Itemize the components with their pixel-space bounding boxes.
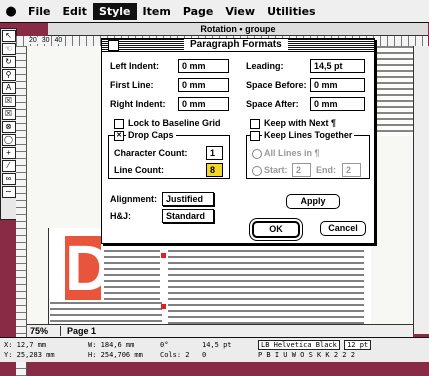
space-before-label: Space Before: [246, 80, 307, 90]
rotate-tool-icon[interactable]: ↻ [1, 56, 16, 68]
leading-field[interactable]: 14,5 pt [310, 59, 365, 73]
link-marker-icon [161, 304, 166, 309]
keep-lines-checkbox[interactable] [250, 131, 260, 141]
paragraph-formats-dialog: Paragraph Formats Left Indent: 0 mm Firs… [101, 38, 375, 244]
left-indent-label: Left Indent: [110, 61, 159, 71]
document-title: Rotation • groupe [48, 23, 428, 36]
menu-page[interactable]: Page [177, 3, 220, 20]
right-indent-field[interactable]: 0 mm [178, 97, 229, 111]
alignment-label: Alignment: [110, 194, 157, 204]
keep-with-next-label: Keep with Next ¶ [264, 118, 337, 128]
menu-view[interactable]: View [219, 3, 261, 20]
measurements-palette: X: 12,7 mm Y: 25,283 mm W: 184,6 mm H: 2… [0, 337, 429, 362]
drop-caps-checkbox[interactable] [114, 131, 124, 141]
apple-menu-icon[interactable]: ● [0, 4, 22, 19]
lock-baseline-label: Lock to Baseline Grid [128, 118, 221, 128]
menu-bar: ● File Edit Style Item Page View Utiliti… [0, 0, 429, 23]
keep-with-next-checkbox[interactable] [250, 119, 260, 129]
left-indent-field[interactable]: 0 mm [178, 59, 229, 73]
space-after-field[interactable]: 0 mm [310, 97, 365, 111]
leading-label: Leading: [246, 61, 284, 71]
ruler-mark: 20 [28, 37, 38, 44]
all-lines-label: All Lines in ¶ [264, 148, 320, 158]
apply-button[interactable]: Apply [286, 194, 340, 209]
leading-measure-field[interactable]: 14,5 pt [202, 340, 232, 350]
dialog-title: Paragraph Formats [184, 39, 288, 51]
vertical-scrollbar[interactable] [413, 46, 429, 334]
first-line-field[interactable]: 0 mm [178, 78, 229, 92]
text-column-1-lower [50, 302, 162, 324]
y-position-field[interactable]: Y: 25,283 mm [4, 350, 55, 360]
end-label: End: [316, 165, 336, 175]
tracking-field[interactable]: 0 [202, 350, 232, 360]
page-status-bar: 75% Page 1 [27, 324, 413, 337]
text-column-1 [104, 238, 160, 304]
x-position-field[interactable]: X: 12,7 mm [4, 340, 55, 350]
hj-label: H&J: [110, 211, 132, 221]
font-field[interactable]: LB Helvetica Black [258, 340, 340, 350]
character-count-label: Character Count: [114, 148, 188, 158]
font-size-field[interactable]: 12 pt [344, 340, 372, 350]
first-line-label: First Line: [110, 80, 154, 90]
polygon-picture-tool-icon[interactable]: ◯ [1, 134, 16, 146]
start-radio[interactable] [252, 166, 262, 176]
dialog-titlebar[interactable]: Paragraph Formats [102, 39, 374, 52]
start-label: Start: [264, 165, 288, 175]
ruler-mark: 40 [53, 37, 64, 44]
space-before-field[interactable]: 0 mm [310, 78, 365, 92]
width-field[interactable]: W: 184,6 mm [88, 340, 143, 350]
hj-popup[interactable]: Standard [162, 209, 214, 223]
space-after-label: Space After: [246, 99, 299, 109]
text-column-2 [168, 238, 364, 324]
zoom-tool-icon[interactable]: ⚲ [1, 69, 16, 81]
link-tool-icon[interactable]: ∞ [1, 173, 16, 185]
line-count-label: Line Count: [114, 165, 164, 175]
columns-field[interactable]: Cols: 2 [160, 350, 190, 360]
vertical-ruler[interactable] [16, 46, 27, 376]
ruler-mark: 30 [40, 37, 51, 44]
menu-file[interactable]: File [22, 3, 57, 20]
page-indicator[interactable]: Page 1 [61, 326, 96, 336]
rect-picture-tool-icon[interactable]: ☒ [1, 95, 16, 107]
menu-item[interactable]: Item [137, 3, 177, 20]
angle-field[interactable]: 0° [160, 340, 190, 350]
ortho-line-tool-icon[interactable]: ⁄ [1, 160, 16, 172]
text-box-tool-icon[interactable]: A [1, 82, 16, 94]
drop-cap-letter: D [65, 232, 112, 304]
drop-caps-label: Drop Caps [126, 130, 176, 140]
right-indent-label: Right Indent: [110, 99, 166, 109]
alignment-popup[interactable]: Justified [162, 192, 214, 206]
pointer-tool-icon[interactable]: ↖ [1, 30, 16, 42]
height-field[interactable]: H: 254,706 mm [88, 350, 143, 360]
cancel-button[interactable]: Cancel [320, 221, 366, 236]
tool-palette: ↖ ☜ ↻ ⚲ A ☒ ☒ ⊗ ◯ + ⁄ ∞ ∼ [0, 28, 17, 220]
menu-edit[interactable]: Edit [57, 3, 93, 20]
type-style-buttons[interactable]: P B I U W O S K K 2 2 2 [258, 350, 371, 360]
line-count-field[interactable]: 8 [206, 163, 223, 177]
menu-utilities[interactable]: Utilities [261, 3, 322, 20]
character-count-field[interactable]: 1 [206, 146, 223, 160]
ok-button[interactable]: OK [252, 221, 300, 238]
line-tool-icon[interactable]: + [1, 147, 16, 159]
all-lines-radio[interactable] [252, 149, 262, 159]
end-field[interactable]: 2 [342, 163, 361, 177]
content-tool-icon[interactable]: ☜ [1, 43, 16, 55]
close-box-icon[interactable] [108, 40, 119, 51]
zoom-level[interactable]: 75% [27, 326, 61, 336]
menu-style[interactable]: Style [92, 2, 137, 20]
start-field[interactable]: 2 [292, 163, 311, 177]
rounded-picture-tool-icon[interactable]: ☒ [1, 108, 16, 120]
oval-picture-tool-icon[interactable]: ⊗ [1, 121, 16, 133]
unlink-tool-icon[interactable]: ∼ [1, 186, 16, 198]
keep-lines-label: Keep Lines Together [262, 130, 355, 140]
link-marker-icon [161, 253, 166, 258]
lock-baseline-checkbox[interactable] [114, 119, 124, 129]
